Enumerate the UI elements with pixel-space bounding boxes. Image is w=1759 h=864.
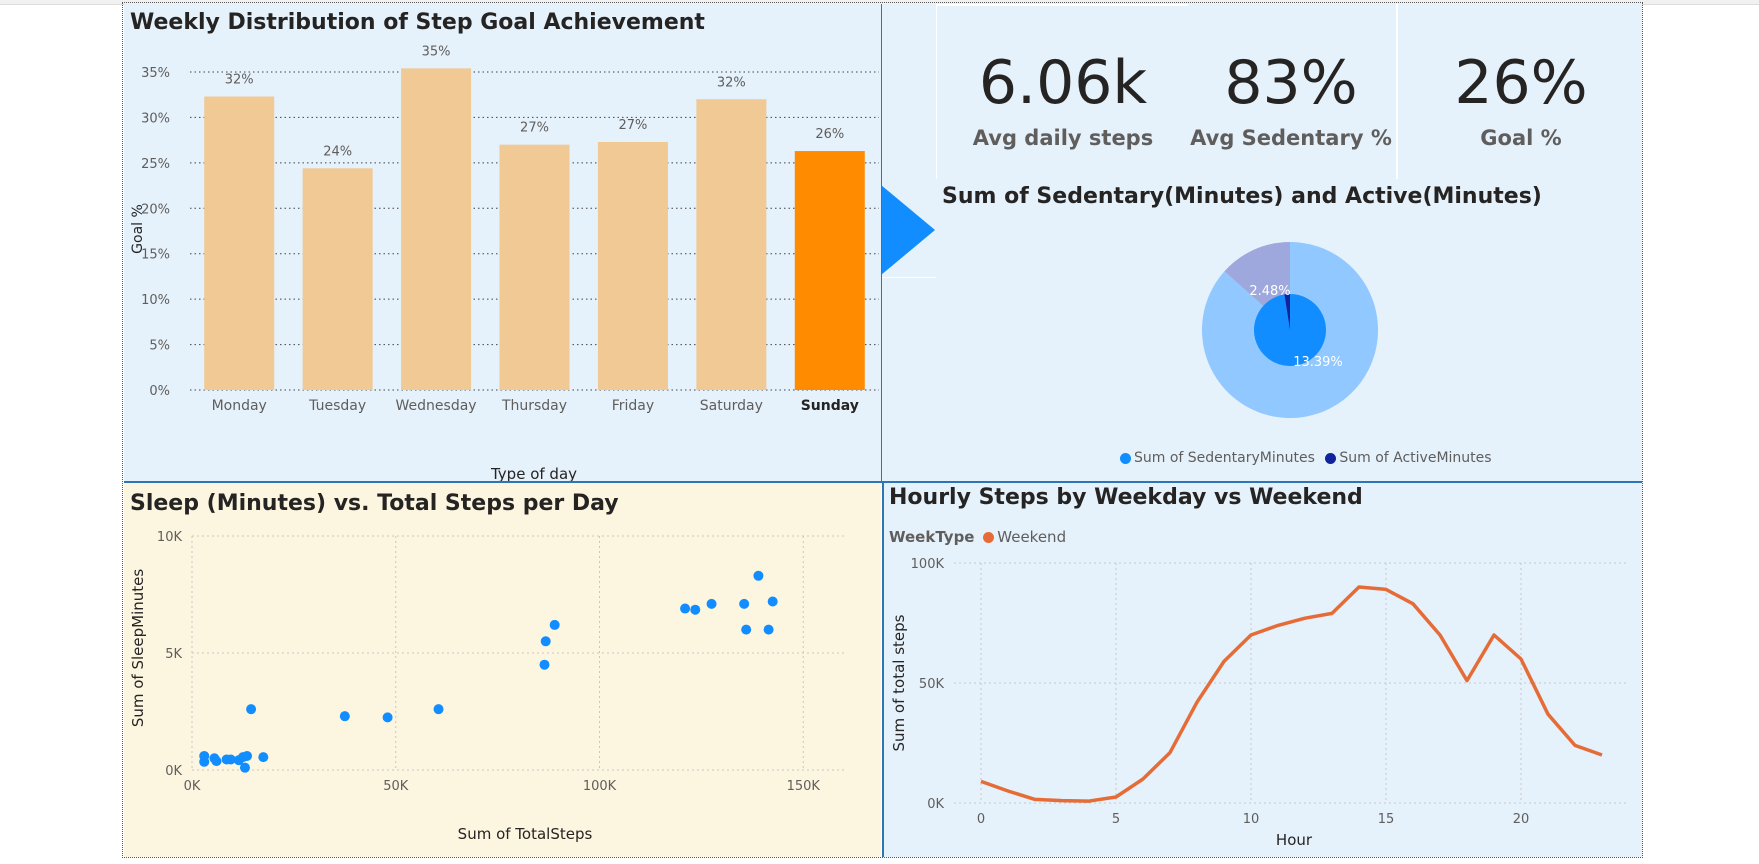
report-canvas-border — [122, 2, 1643, 858]
